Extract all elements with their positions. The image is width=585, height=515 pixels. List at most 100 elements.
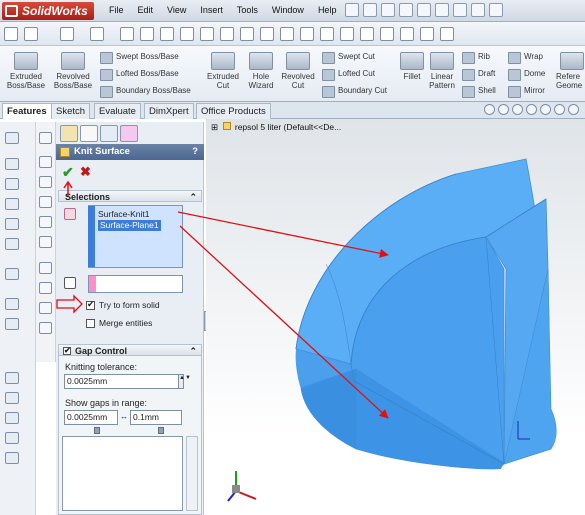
surface-tool-icon[interactable] [39, 322, 52, 334]
tool-icon[interactable] [5, 132, 19, 144]
surface-tool-icon[interactable] [39, 176, 52, 188]
menu-edit[interactable]: Edit [131, 5, 161, 15]
swept-boss-button[interactable]: Swept Boss/Base [100, 51, 179, 64]
arc-icon[interactable] [180, 27, 194, 41]
tab-evaluate[interactable]: Evaluate [94, 103, 141, 119]
save-icon[interactable] [381, 3, 395, 17]
tab-features[interactable]: Features [2, 103, 52, 119]
tool-icon[interactable] [5, 412, 19, 424]
rebuild-light-icon[interactable] [90, 27, 104, 41]
menu-help[interactable]: Help [311, 5, 344, 15]
tab-sketch[interactable]: Sketch [51, 103, 91, 119]
selections-header[interactable]: Selections ⌃ [58, 190, 202, 202]
mirror-entities-icon[interactable] [300, 27, 314, 41]
extruded-boss-button[interactable]: Extruded Boss/Base [4, 52, 48, 90]
try-form-solid-checkbox[interactable]: ✔ [86, 299, 95, 310]
swept-cut-button[interactable]: Swept Cut [322, 51, 375, 64]
line-icon[interactable] [120, 27, 134, 41]
quick-snaps-icon[interactable] [400, 27, 414, 41]
gaps-list[interactable] [62, 436, 183, 511]
draft-button[interactable]: Draft [462, 68, 495, 81]
linear-pattern-button[interactable]: Linear Pattern [426, 52, 458, 90]
rib-button[interactable]: Rib [462, 51, 490, 64]
rebuild-icon[interactable] [453, 3, 467, 17]
print-icon[interactable] [399, 3, 413, 17]
wrap-button[interactable]: Wrap [508, 51, 543, 64]
lofted-boss-button[interactable]: Lofted Boss/Base [100, 68, 179, 81]
previous-view-icon[interactable] [512, 104, 523, 115]
offset-icon[interactable] [280, 27, 294, 41]
surface-body[interactable] [295, 158, 557, 470]
graphics-area[interactable]: ⊞ repsol 5 liter (Default<<De... [206, 104, 585, 515]
tool-icon[interactable] [5, 218, 19, 230]
tool-icon[interactable] [5, 158, 19, 170]
rectangle-icon[interactable] [140, 27, 154, 41]
undo-icon[interactable] [417, 3, 431, 17]
cancel-button[interactable]: ✖ [80, 164, 91, 180]
surface-tool-icon[interactable] [39, 282, 52, 294]
pm-scrollbar[interactable] [186, 436, 198, 511]
menu-file[interactable]: File [102, 5, 131, 15]
smart-dimension-icon[interactable] [24, 27, 38, 41]
view-orientation-icon[interactable] [540, 104, 551, 115]
selection-item[interactable]: Surface-Plane1 [98, 220, 161, 231]
boundary-boss-button[interactable]: Boundary Boss/Base [100, 85, 191, 98]
trim-icon[interactable] [260, 27, 274, 41]
dome-button[interactable]: Dome [508, 68, 545, 81]
surface-tool-icon[interactable] [39, 236, 52, 248]
gap-min-input[interactable]: 0.0025mm [64, 410, 118, 425]
point-icon[interactable] [220, 27, 234, 41]
tool-icon[interactable] [5, 318, 19, 330]
revolved-boss-button[interactable]: Revolved Boss/Base [50, 52, 96, 90]
help-button[interactable]: ? [192, 144, 198, 160]
configuration-manager-tab-icon[interactable] [100, 125, 118, 142]
gap-min-slider[interactable] [94, 427, 100, 434]
property-manager-tab-icon[interactable] [80, 125, 98, 142]
select-arrow-icon[interactable] [60, 27, 74, 41]
surface-tool-icon[interactable] [39, 156, 52, 168]
revolved-cut-button[interactable]: Revolved Cut [279, 52, 317, 90]
pattern-icon[interactable] [320, 27, 334, 41]
new-document-icon[interactable] [345, 3, 359, 17]
surface-tool-icon[interactable] [39, 302, 52, 314]
menu-tools[interactable]: Tools [230, 5, 265, 15]
tool-icon[interactable] [5, 268, 19, 280]
instant-3d-icon[interactable] [440, 27, 454, 41]
display-style-icon[interactable] [554, 104, 565, 115]
lofted-cut-button[interactable]: Lofted Cut [322, 68, 375, 81]
collapse-icon[interactable]: ⌃ [189, 191, 197, 203]
options-icon[interactable] [471, 3, 485, 17]
knitting-tolerance-input[interactable]: 0.0025mm [64, 374, 179, 389]
gap-control-header[interactable]: ✔ Gap Control ⌃ [58, 344, 202, 356]
spinner-icon[interactable]: ▲▼ [178, 374, 191, 389]
reference-geometry-button[interactable]: Refere Geome [556, 52, 585, 90]
tab-office-products[interactable]: Office Products [196, 103, 271, 119]
tool-icon[interactable] [5, 178, 19, 190]
sketch-icon[interactable] [4, 27, 18, 41]
tab-dimxpert[interactable]: DimXpert [144, 103, 194, 119]
solidworks-logo[interactable]: SolidWorks [2, 2, 94, 20]
tool-icon[interactable] [5, 432, 19, 444]
gap-max-slider[interactable] [158, 427, 164, 434]
relations-icon[interactable] [360, 27, 374, 41]
window-icon[interactable] [489, 3, 503, 17]
boundary-cut-button[interactable]: Boundary Cut [322, 85, 387, 98]
hide-show-icon[interactable] [568, 104, 579, 115]
feature-manager-tab-icon[interactable] [60, 125, 78, 142]
gap-max-input[interactable]: 0.1mm [130, 410, 182, 425]
tool-icon[interactable] [5, 298, 19, 310]
surface-tool-icon[interactable] [39, 262, 52, 274]
menu-view[interactable]: View [160, 5, 193, 15]
hole-wizard-button[interactable]: Hole Wizard [244, 52, 278, 90]
text-icon[interactable] [240, 27, 254, 41]
collapse-icon[interactable]: ⌃ [189, 345, 197, 357]
model-view[interactable] [206, 119, 585, 515]
tool-icon[interactable] [5, 452, 19, 464]
gap-control-checkbox[interactable]: ✔ [63, 346, 71, 355]
tool-icon[interactable] [5, 198, 19, 210]
select-icon[interactable] [435, 3, 449, 17]
menu-window[interactable]: Window [265, 5, 311, 15]
section-view-icon[interactable] [526, 104, 537, 115]
menu-insert[interactable]: Insert [193, 5, 230, 15]
tool-icon[interactable] [5, 372, 19, 384]
